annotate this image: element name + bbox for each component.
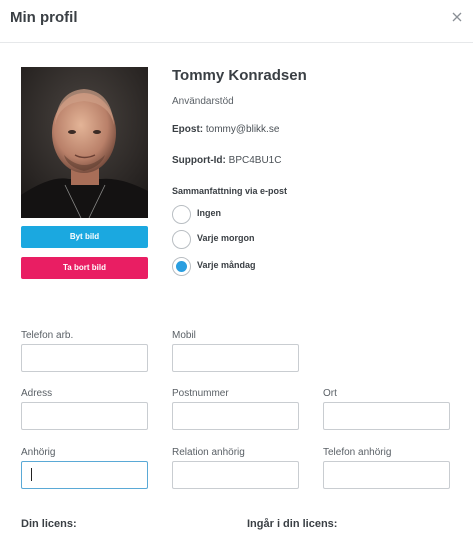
address-label: Adress — [21, 388, 53, 399]
city-label: Ort — [323, 388, 337, 399]
profile-name: Tommy Konradsen — [172, 67, 307, 84]
email-row: Epost: tommy@blikk.se — [172, 124, 279, 135]
modal-title: Min profil — [10, 9, 78, 26]
phone-work-input[interactable] — [21, 344, 148, 372]
phone-work-label: Telefon arb. — [21, 330, 74, 341]
remove-photo-button[interactable]: Ta bort bild — [21, 257, 148, 279]
relative-input[interactable] — [21, 461, 148, 489]
profile-photo-image — [21, 67, 148, 218]
postal-code-label: Postnummer — [172, 388, 229, 399]
email-value: tommy@blikk.se — [205, 124, 280, 135]
city-input[interactable] — [323, 402, 450, 430]
relative-relation-input[interactable] — [172, 461, 299, 489]
relative-phone-input[interactable] — [323, 461, 450, 489]
support-id-label: Support-Id: — [172, 155, 226, 166]
profile-role: Användarstöd — [172, 96, 234, 107]
radio-button[interactable] — [172, 205, 191, 224]
address-input[interactable] — [21, 402, 148, 430]
radio-button[interactable] — [172, 230, 191, 249]
change-photo-button[interactable]: Byt bild — [21, 226, 148, 248]
text-cursor — [31, 468, 32, 481]
radio-label: Varje måndag — [197, 260, 256, 270]
radio-label: Ingen — [197, 208, 221, 218]
email-summary-label: Sammanfattning via e-post — [172, 186, 288, 196]
modal-header: Min profil — [0, 0, 473, 43]
radio-button-selected[interactable] — [172, 257, 191, 276]
support-id-row: Support-Id: BPC4BU1C — [172, 155, 281, 166]
mobile-input[interactable] — [172, 344, 299, 372]
included-in-license-heading: Ingår i din licens: — [247, 518, 338, 530]
your-license-heading: Din licens: — [21, 518, 77, 530]
mobile-label: Mobil — [172, 330, 196, 341]
close-icon[interactable] — [449, 9, 465, 25]
profile-photo — [21, 67, 148, 218]
relative-relation-label: Relation anhörig — [172, 447, 245, 458]
email-label: Epost: — [172, 124, 204, 135]
radio-label: Varje morgon — [197, 233, 255, 243]
postal-code-input[interactable] — [172, 402, 299, 430]
support-id-value: BPC4BU1C — [228, 155, 282, 166]
relative-phone-label: Telefon anhörig — [323, 447, 392, 458]
relative-label: Anhörig — [21, 447, 56, 458]
